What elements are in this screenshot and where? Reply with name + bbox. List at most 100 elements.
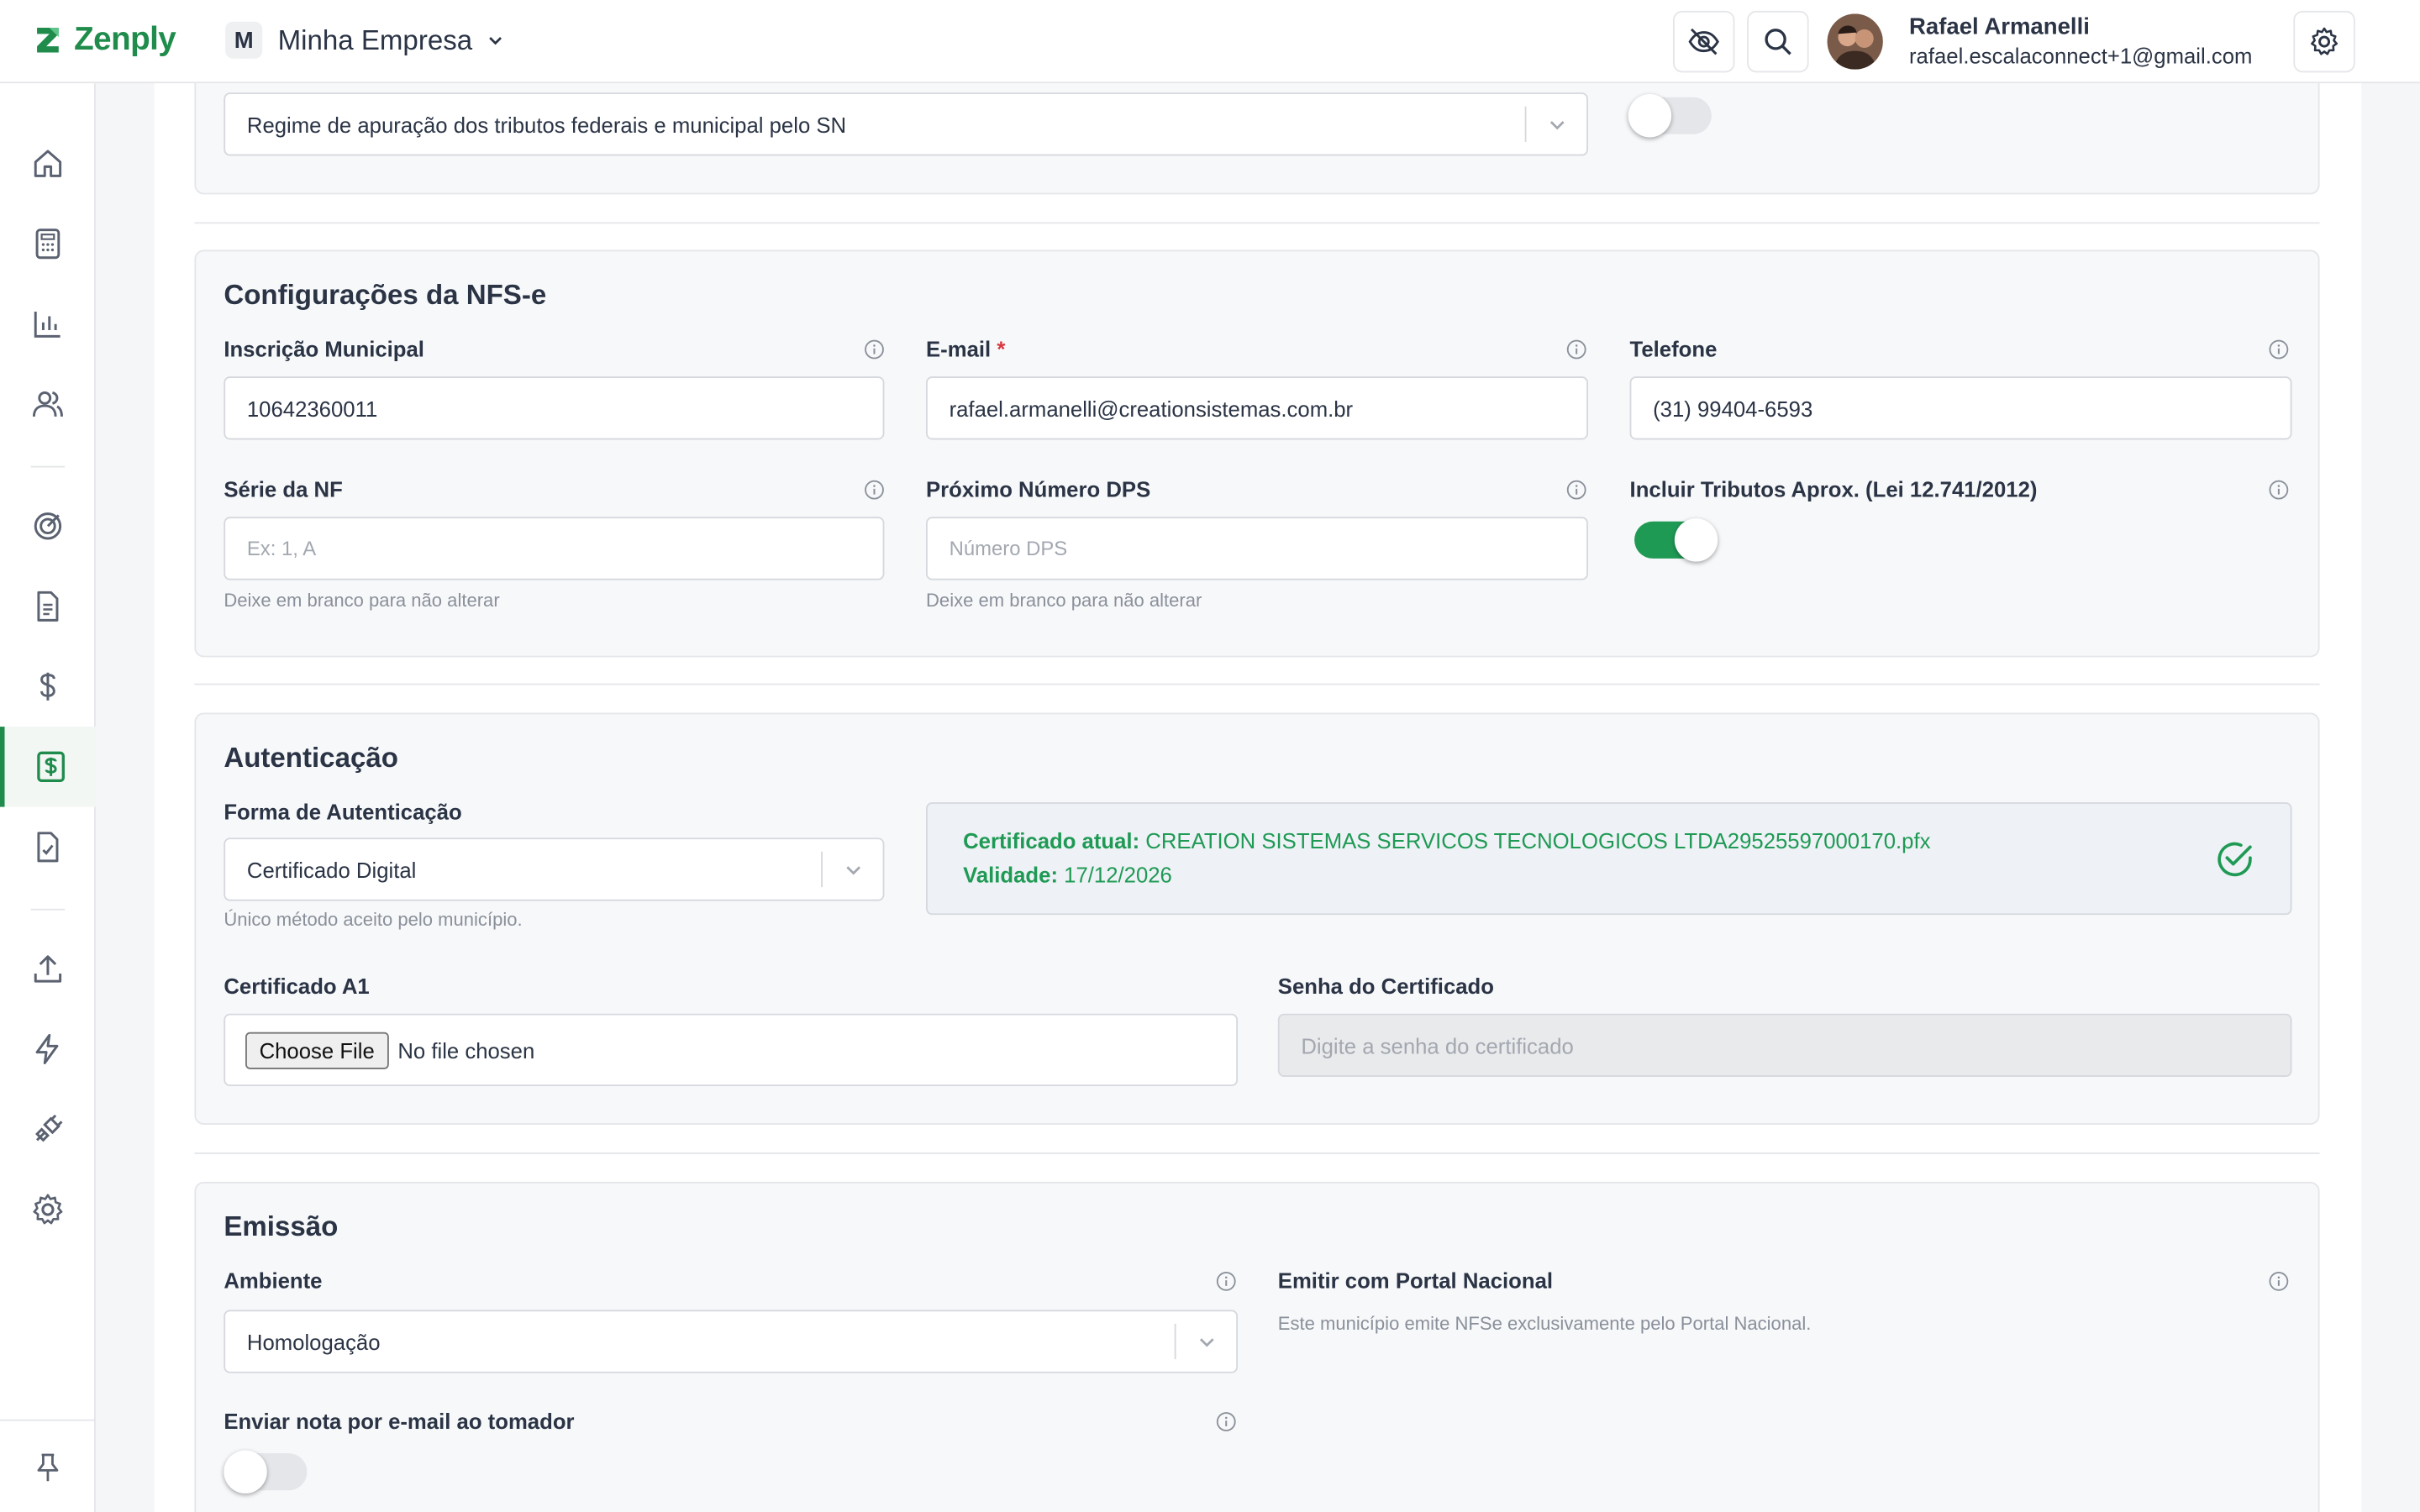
company-switcher[interactable]: M Minha Empresa <box>225 21 503 59</box>
toggle-knob <box>224 1450 267 1494</box>
pin-icon <box>37 1453 59 1482</box>
cert-atual-label: Certificado atual: <box>963 828 1140 853</box>
gear-icon <box>2311 27 2338 55</box>
email-label: E-mail * <box>926 336 1005 360</box>
select-arrow <box>1174 1323 1236 1360</box>
validade-value: 17/12/2026 <box>1064 862 1172 888</box>
forma-auth-select[interactable]: Certificado Digital <box>224 837 885 901</box>
invoice-dollar-icon <box>36 751 65 783</box>
sidebar-item-integrations[interactable] <box>0 1089 96 1170</box>
info-icon[interactable] <box>1566 480 1586 500</box>
inscricao-value: 10642360011 <box>246 396 378 421</box>
user-email: rafael.escalaconnect+1@gmail.com <box>1908 43 2253 68</box>
regime-toggle[interactable] <box>1628 94 1712 138</box>
portal-hint: Este município emite NFSe exclusivamente… <box>1277 1313 1812 1335</box>
sidebar-item-home[interactable] <box>0 123 96 204</box>
sidebar-item-documents[interactable] <box>0 566 96 647</box>
sidebar-item-calculator[interactable] <box>0 203 96 284</box>
settings-button[interactable] <box>2293 10 2355 73</box>
info-icon[interactable] <box>1216 1412 1236 1432</box>
sidebar-item-clients[interactable] <box>0 364 96 444</box>
cert-a1-file-input[interactable]: Choose File No file chosen <box>224 1013 1239 1087</box>
dps-placeholder: Número DPS <box>949 537 1068 560</box>
emissao-card: Emissão Ambiente Homologação Emitir com … <box>194 1181 2320 1512</box>
hide-values-button[interactable] <box>1672 10 1735 73</box>
forma-auth-label: Forma de Autenticação <box>224 799 462 824</box>
user-info[interactable]: Rafael Armanelli rafael.escalaconnect+1@… <box>1909 14 2252 70</box>
toggle-knob <box>1674 518 1718 562</box>
avatar-photo <box>1827 13 1883 70</box>
info-icon[interactable] <box>2269 1271 2289 1291</box>
emissao-section-title: Emissão <box>224 1210 339 1242</box>
brand-logo[interactable]: Zenply <box>31 22 176 59</box>
brand-name: Zenply <box>74 21 176 57</box>
tributos-label: Incluir Tributos Aprox. (Lei 12.741/2012… <box>1629 476 2038 501</box>
file-status: No file chosen <box>397 1037 535 1063</box>
sidebar-item-invoices[interactable] <box>0 727 96 807</box>
email-input[interactable]: rafael.armanelli@creationsistemas.com.br <box>926 376 1588 440</box>
inscricao-municipal-input[interactable]: 10642360011 <box>224 376 885 440</box>
calculator-icon <box>35 228 60 260</box>
info-icon[interactable] <box>1566 339 1586 360</box>
serie-hint: Deixe em branco para não alterar <box>224 589 500 612</box>
gear-icon <box>33 1194 63 1225</box>
avatar[interactable] <box>1827 13 1883 70</box>
sidebar-divider <box>30 465 66 468</box>
senha-label: Senha do Certificado <box>1277 973 1494 999</box>
chevron-down-icon <box>489 37 502 45</box>
company-avatar: M <box>225 21 263 59</box>
forma-auth-hint: Único método aceito pelo município. <box>224 908 523 931</box>
top-bar: Zenply M Minha Empresa Rafael Armanelli … <box>0 0 2420 84</box>
inscricao-label: Inscrição Municipal <box>224 336 424 361</box>
enviar-email-label: Enviar nota por e-mail ao tomador <box>224 1408 575 1434</box>
search-button[interactable] <box>1747 10 1809 73</box>
sidebar-item-import[interactable] <box>0 929 96 1010</box>
info-icon[interactable] <box>865 480 885 500</box>
bar-chart-icon <box>34 312 60 338</box>
sidebar-divider <box>30 908 66 911</box>
validade-label: Validade: <box>963 862 1059 888</box>
sidebar-item-finance[interactable] <box>0 647 96 727</box>
dps-input[interactable]: Número DPS <box>926 517 1588 580</box>
auth-section-title: Autenticação <box>224 742 398 774</box>
sidebar-item-automations[interactable] <box>0 1009 96 1089</box>
telefone-input[interactable]: (31) 99404-6593 <box>1629 376 2292 440</box>
info-icon[interactable] <box>865 339 885 360</box>
sidebar-item-reports[interactable] <box>0 284 96 365</box>
choose-file-button[interactable]: Choose File <box>245 1031 389 1068</box>
telefone-label: Telefone <box>1629 336 1718 361</box>
current-certificate-box: Certificado atual: CREATION SISTEMAS SER… <box>926 802 2292 916</box>
serie-label: Série da NF <box>224 476 343 501</box>
sidebar-item-settings[interactable] <box>0 1169 96 1250</box>
pin-sidebar-button[interactable] <box>0 1427 96 1508</box>
check-circle-icon <box>2217 842 2252 877</box>
cert-atual-line: Certificado atual: CREATION SISTEMAS SER… <box>963 828 1930 853</box>
main-content: Regime de apuração dos tributos federais… <box>154 83 2362 1512</box>
section-divider <box>194 1152 2320 1154</box>
portal-label: Emitir com Portal Nacional <box>1277 1268 1554 1294</box>
tributos-toggle[interactable] <box>1634 518 1718 562</box>
enviar-email-toggle[interactable] <box>224 1450 308 1494</box>
chevron-down-icon <box>845 865 860 874</box>
senha-input[interactable]: Digite a senha do certificado <box>1277 1013 2292 1078</box>
sidebar-item-approvals[interactable] <box>0 807 96 888</box>
regime-select[interactable]: Regime de apuração dos tributos federais… <box>224 92 1588 156</box>
email-label-text: E-mail <box>926 336 992 361</box>
nfse-config-card: Configurações da NFS-e Inscrição Municip… <box>194 249 2320 658</box>
info-icon[interactable] <box>2269 339 2289 360</box>
ambiente-select[interactable]: Homologação <box>224 1310 1239 1373</box>
serie-input[interactable]: Ex: 1, A <box>224 517 885 580</box>
zenply-logo-icon <box>37 28 59 53</box>
forma-auth-value: Certificado Digital <box>246 857 417 882</box>
regime-card: Regime de apuração dos tributos federais… <box>194 83 2320 195</box>
ambiente-value: Homologação <box>246 1329 381 1354</box>
info-icon[interactable] <box>1216 1271 1236 1291</box>
info-icon[interactable] <box>2269 480 2289 500</box>
select-arrow <box>1524 106 1586 142</box>
user-name: Rafael Armanelli <box>1908 13 2090 40</box>
section-divider <box>194 683 2320 685</box>
document-icon <box>37 591 59 622</box>
email-value: rafael.armanelli@creationsistemas.com.br <box>949 396 1354 421</box>
target-icon <box>34 512 62 540</box>
sidebar-item-goals[interactable] <box>0 486 96 567</box>
